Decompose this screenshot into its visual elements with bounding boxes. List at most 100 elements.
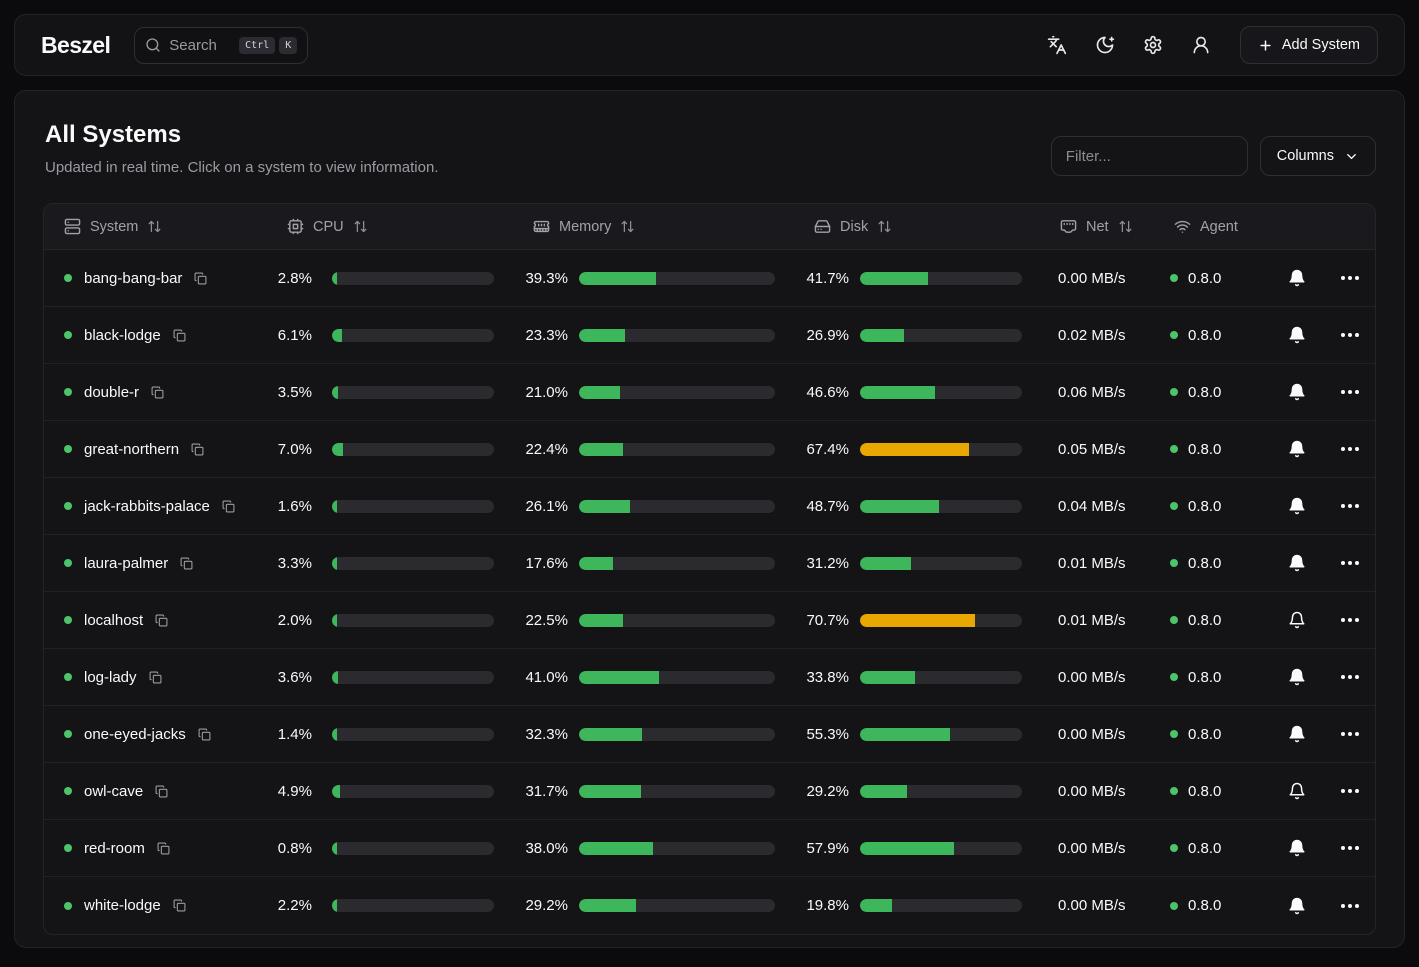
agent-status-dot: [1170, 673, 1178, 681]
columns-label: Columns: [1277, 148, 1334, 164]
agent-status-dot: [1170, 388, 1178, 396]
row-menu-button[interactable]: [1337, 667, 1363, 687]
columns-button[interactable]: Columns: [1260, 136, 1376, 176]
status-dot: [64, 445, 72, 453]
memory-value: 31.7%: [508, 783, 568, 800]
bell-outline-icon: [1288, 782, 1306, 800]
theme-toggle-button[interactable]: [1086, 26, 1124, 64]
alerts-button[interactable]: [1282, 605, 1312, 635]
copy-icon[interactable]: [198, 728, 211, 741]
column-header-cpu[interactable]: CPU: [254, 218, 508, 235]
table-body: bang-bang-bar 2.8% 39.3% 41.7% 0.00 MB/s…: [44, 250, 1375, 934]
alerts-button[interactable]: [1282, 776, 1312, 806]
copy-icon[interactable]: [222, 500, 235, 513]
row-menu-button[interactable]: [1337, 610, 1363, 630]
copy-icon[interactable]: [151, 386, 164, 399]
row-menu-button[interactable]: [1337, 724, 1363, 744]
ellipsis-icon: [1355, 333, 1359, 337]
cpu-meter: [332, 785, 494, 798]
cpu-meter: [332, 728, 494, 741]
column-header-net[interactable]: Net: [1058, 218, 1170, 235]
cpu-value: 2.8%: [254, 270, 312, 287]
column-header-system[interactable]: System: [64, 218, 254, 235]
bell-filled-icon: [1288, 440, 1306, 458]
table-row[interactable]: localhost 2.0% 22.5% 70.7% 0.01 MB/s 0.8…: [44, 592, 1375, 649]
row-menu-button[interactable]: [1337, 439, 1363, 459]
memory-value: 32.3%: [508, 726, 568, 743]
sort-arrows-icon: [147, 219, 162, 234]
alerts-button[interactable]: [1282, 377, 1312, 407]
copy-icon[interactable]: [194, 272, 207, 285]
copy-icon[interactable]: [155, 614, 168, 627]
table-row[interactable]: bang-bang-bar 2.8% 39.3% 41.7% 0.00 MB/s…: [44, 250, 1375, 307]
agent-status-dot: [1170, 502, 1178, 510]
app-logo[interactable]: Beszel: [41, 32, 110, 59]
system-name: double-r: [84, 384, 139, 401]
table-row[interactable]: log-lady 3.6% 41.0% 33.8% 0.00 MB/s 0.8.…: [44, 649, 1375, 706]
column-header-memory[interactable]: Memory: [508, 218, 789, 235]
languages-button[interactable]: [1038, 26, 1076, 64]
alerts-button[interactable]: [1282, 891, 1312, 921]
net-value: 0.00 MB/s: [1058, 669, 1170, 686]
add-system-button[interactable]: Add System: [1240, 26, 1378, 64]
row-menu-button[interactable]: [1337, 268, 1363, 288]
copy-icon[interactable]: [191, 443, 204, 456]
copy-icon[interactable]: [180, 557, 193, 570]
table-row[interactable]: jack-rabbits-palace 1.6% 26.1% 48.7% 0.0…: [44, 478, 1375, 535]
alerts-button[interactable]: [1282, 263, 1312, 293]
alerts-button[interactable]: [1282, 548, 1312, 578]
row-menu-button[interactable]: [1337, 896, 1363, 916]
alerts-button[interactable]: [1282, 833, 1312, 863]
alerts-button[interactable]: [1282, 662, 1312, 692]
agent-version: 0.8.0: [1188, 555, 1221, 572]
row-menu-button[interactable]: [1337, 496, 1363, 516]
disk-meter: [860, 728, 1022, 741]
table-row[interactable]: great-northern 7.0% 22.4% 67.4% 0.05 MB/…: [44, 421, 1375, 478]
agent-version: 0.8.0: [1188, 669, 1221, 686]
row-menu-button[interactable]: [1337, 325, 1363, 345]
ellipsis-icon: [1355, 732, 1359, 736]
table-row[interactable]: one-eyed-jacks 1.4% 32.3% 55.3% 0.00 MB/…: [44, 706, 1375, 763]
table-row[interactable]: double-r 3.5% 21.0% 46.6% 0.06 MB/s 0.8.…: [44, 364, 1375, 421]
ellipsis-icon: [1341, 561, 1345, 565]
table-row[interactable]: white-lodge 2.2% 29.2% 19.8% 0.00 MB/s 0…: [44, 877, 1375, 934]
filter-input[interactable]: [1051, 136, 1248, 176]
copy-icon[interactable]: [173, 329, 186, 342]
column-header-disk[interactable]: Disk: [789, 218, 1058, 235]
agent-version: 0.8.0: [1188, 726, 1221, 743]
disk-value: 55.3%: [789, 726, 849, 743]
table-row[interactable]: black-lodge 6.1% 23.3% 26.9% 0.02 MB/s 0…: [44, 307, 1375, 364]
copy-icon[interactable]: [149, 671, 162, 684]
table-row[interactable]: laura-palmer 3.3% 17.6% 31.2% 0.01 MB/s …: [44, 535, 1375, 592]
ellipsis-icon: [1355, 276, 1359, 280]
ellipsis-icon: [1341, 675, 1345, 679]
alerts-button[interactable]: [1282, 434, 1312, 464]
user-menu-button[interactable]: [1182, 26, 1220, 64]
net-value: 0.02 MB/s: [1058, 327, 1170, 344]
column-label-cpu: CPU: [313, 219, 344, 235]
copy-icon[interactable]: [173, 899, 186, 912]
kbd-k: K: [279, 37, 297, 54]
alerts-button[interactable]: [1282, 491, 1312, 521]
table-row[interactable]: owl-cave 4.9% 31.7% 29.2% 0.00 MB/s 0.8.…: [44, 763, 1375, 820]
alerts-button[interactable]: [1282, 719, 1312, 749]
search-input[interactable]: Search Ctrl K: [134, 27, 308, 64]
row-menu-button[interactable]: [1337, 838, 1363, 858]
ellipsis-icon: [1341, 390, 1345, 394]
settings-button[interactable]: [1134, 26, 1172, 64]
row-menu-button[interactable]: [1337, 553, 1363, 573]
net-value: 0.00 MB/s: [1058, 897, 1170, 914]
cpu-meter: [332, 557, 494, 570]
copy-icon[interactable]: [157, 842, 170, 855]
server-icon: [64, 218, 81, 235]
ellipsis-icon: [1341, 789, 1345, 793]
row-menu-button[interactable]: [1337, 781, 1363, 801]
ellipsis-icon: [1348, 904, 1352, 908]
alerts-button[interactable]: [1282, 320, 1312, 350]
table-row[interactable]: red-room 0.8% 38.0% 57.9% 0.00 MB/s 0.8.…: [44, 820, 1375, 877]
memory-stick-icon: [533, 218, 550, 235]
copy-icon[interactable]: [155, 785, 168, 798]
ellipsis-icon: [1355, 904, 1359, 908]
row-menu-button[interactable]: [1337, 382, 1363, 402]
bell-filled-icon: [1288, 725, 1306, 743]
